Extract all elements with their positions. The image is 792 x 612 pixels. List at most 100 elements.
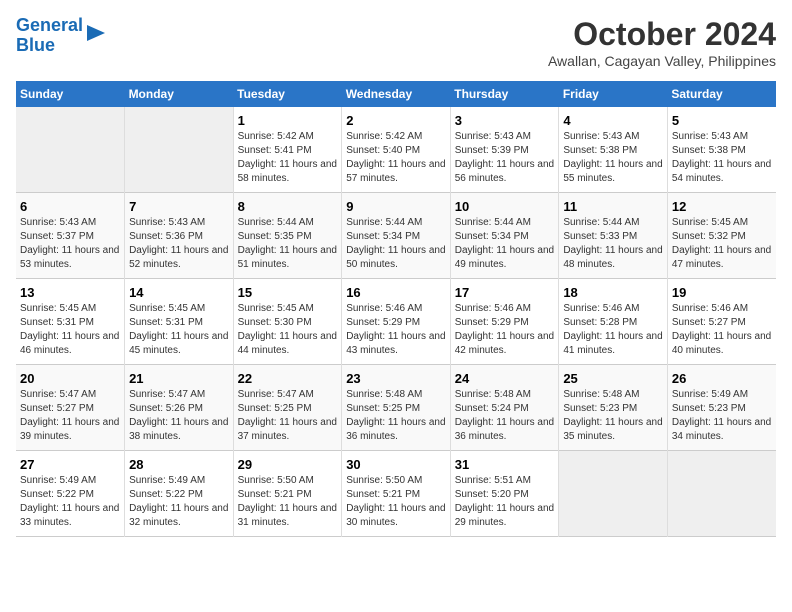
logo-text: GeneralBlue <box>16 16 83 56</box>
calendar-cell: 5 Sunrise: 5:43 AMSunset: 5:38 PMDaylight… <box>667 107 776 193</box>
day-info: Sunrise: 5:50 AMSunset: 5:21 PMDaylight:… <box>238 474 338 530</box>
day-number: 24 <box>455 371 555 386</box>
day-info: Sunrise: 5:49 AMSunset: 5:23 PMDaylight:… <box>672 388 772 444</box>
calendar-cell: 21Sunrise: 5:47 AMSunset: 5:26 PMDayligh… <box>125 365 234 451</box>
day-number: 8 <box>238 199 338 214</box>
calendar-cell: 2 Sunrise: 5:42 AMSunset: 5:40 PMDaylight… <box>342 107 451 193</box>
day-number: 18 <box>563 285 663 300</box>
day-number: 6 <box>20 199 120 214</box>
day-number: 20 <box>20 371 120 386</box>
day-info: Sunrise: 5:46 AMSunset: 5:27 PMDaylight:… <box>672 302 772 358</box>
logo: GeneralBlue <box>16 16 107 56</box>
logo-text-block: GeneralBlue <box>16 16 107 56</box>
day-info: Sunrise: 5:44 AMSunset: 5:33 PMDaylight:… <box>563 216 663 272</box>
calendar-subtitle: Awallan, Cagayan Valley, Philippines <box>548 53 776 69</box>
day-number: 13 <box>20 285 120 300</box>
calendar-cell: 26 Sunrise: 5:49 AMSunset: 5:23 PMDayligh… <box>667 365 776 451</box>
header-wednesday: Wednesday <box>342 81 451 107</box>
calendar-title: October 2024 <box>548 16 776 53</box>
header-tuesday: Tuesday <box>233 81 342 107</box>
day-number: 4 <box>563 113 663 128</box>
calendar-cell: 27 Sunrise: 5:49 AMSunset: 5:22 PMDayligh… <box>16 451 125 537</box>
calendar-cell: 12Sunrise: 5:45 AMSunset: 5:32 PMDayligh… <box>667 193 776 279</box>
day-number: 16 <box>346 285 446 300</box>
day-number: 14 <box>129 285 229 300</box>
calendar-cell: 24Sunrise: 5:48 AMSunset: 5:24 PMDayligh… <box>450 365 559 451</box>
day-info: Sunrise: 5:44 AMSunset: 5:34 PMDaylight:… <box>455 216 555 272</box>
day-number: 12 <box>672 199 772 214</box>
header-thursday: Thursday <box>450 81 559 107</box>
day-info: Sunrise: 5:50 AMSunset: 5:21 PMDaylight:… <box>346 474 446 530</box>
calendar-cell: 31 Sunrise: 5:51 AMSunset: 5:20 PMDayligh… <box>450 451 559 537</box>
calendar-cell: 30Sunrise: 5:50 AMSunset: 5:21 PMDayligh… <box>342 451 451 537</box>
day-info: Sunrise: 5:45 AMSunset: 5:31 PMDaylight:… <box>20 302 120 358</box>
day-number: 9 <box>346 199 446 214</box>
day-info: Sunrise: 5:51 AMSunset: 5:20 PMDaylight:… <box>455 474 555 530</box>
day-number: 27 <box>20 457 120 472</box>
header-saturday: Saturday <box>667 81 776 107</box>
calendar-table: SundayMondayTuesdayWednesdayThursdayFrid… <box>16 81 776 537</box>
calendar-cell: 3 Sunrise: 5:43 AMSunset: 5:39 PMDaylight… <box>450 107 559 193</box>
day-number: 31 <box>455 457 555 472</box>
calendar-cell <box>667 451 776 537</box>
day-number: 23 <box>346 371 446 386</box>
calendar-cell: 7 Sunrise: 5:43 AMSunset: 5:36 PMDaylight… <box>125 193 234 279</box>
day-number: 5 <box>672 113 772 128</box>
day-info: Sunrise: 5:49 AMSunset: 5:22 PMDaylight:… <box>20 474 120 530</box>
calendar-cell: 17 Sunrise: 5:46 AMSunset: 5:29 PMDayligh… <box>450 279 559 365</box>
day-info: Sunrise: 5:47 AMSunset: 5:25 PMDaylight:… <box>238 388 338 444</box>
calendar-cell: 13 Sunrise: 5:45 AMSunset: 5:31 PMDayligh… <box>16 279 125 365</box>
calendar-week-row: 27 Sunrise: 5:49 AMSunset: 5:22 PMDayligh… <box>16 451 776 537</box>
day-info: Sunrise: 5:44 AMSunset: 5:34 PMDaylight:… <box>346 216 446 272</box>
day-info: Sunrise: 5:43 AMSunset: 5:36 PMDaylight:… <box>129 216 229 272</box>
day-number: 19 <box>672 285 772 300</box>
day-number: 26 <box>672 371 772 386</box>
calendar-cell: 28Sunrise: 5:49 AMSunset: 5:22 PMDayligh… <box>125 451 234 537</box>
day-info: Sunrise: 5:43 AMSunset: 5:38 PMDaylight:… <box>563 130 663 186</box>
day-number: 2 <box>346 113 446 128</box>
day-number: 17 <box>455 285 555 300</box>
calendar-cell: 6 Sunrise: 5:43 AMSunset: 5:37 PMDaylight… <box>16 193 125 279</box>
day-info: Sunrise: 5:47 AMSunset: 5:27 PMDaylight:… <box>20 388 120 444</box>
day-number: 3 <box>455 113 555 128</box>
day-info: Sunrise: 5:46 AMSunset: 5:29 PMDaylight:… <box>455 302 555 358</box>
title-block: October 2024 Awallan, Cagayan Valley, Ph… <box>548 16 776 69</box>
day-number: 1 <box>238 113 338 128</box>
day-number: 11 <box>563 199 663 214</box>
calendar-cell <box>125 107 234 193</box>
calendar-week-row: 1 Sunrise: 5:42 AMSunset: 5:41 PMDaylight… <box>16 107 776 193</box>
day-info: Sunrise: 5:46 AMSunset: 5:29 PMDaylight:… <box>346 302 446 358</box>
day-info: Sunrise: 5:44 AMSunset: 5:35 PMDaylight:… <box>238 216 338 272</box>
calendar-cell: 23 Sunrise: 5:48 AMSunset: 5:25 PMDayligh… <box>342 365 451 451</box>
day-info: Sunrise: 5:48 AMSunset: 5:25 PMDaylight:… <box>346 388 446 444</box>
day-number: 25 <box>563 371 663 386</box>
day-info: Sunrise: 5:47 AMSunset: 5:26 PMDaylight:… <box>129 388 229 444</box>
calendar-cell: 9 Sunrise: 5:44 AMSunset: 5:34 PMDaylight… <box>342 193 451 279</box>
day-info: Sunrise: 5:43 AMSunset: 5:39 PMDaylight:… <box>455 130 555 186</box>
calendar-cell: 14 Sunrise: 5:45 AMSunset: 5:31 PMDayligh… <box>125 279 234 365</box>
calendar-cell <box>559 451 668 537</box>
calendar-cell: 10 Sunrise: 5:44 AMSunset: 5:34 PMDayligh… <box>450 193 559 279</box>
calendar-cell: 16 Sunrise: 5:46 AMSunset: 5:29 PMDayligh… <box>342 279 451 365</box>
day-number: 10 <box>455 199 555 214</box>
page-header: GeneralBlue October 2024 Awallan, Cagaya… <box>16 16 776 69</box>
day-info: Sunrise: 5:49 AMSunset: 5:22 PMDaylight:… <box>129 474 229 530</box>
day-info: Sunrise: 5:45 AMSunset: 5:30 PMDaylight:… <box>238 302 338 358</box>
day-info: Sunrise: 5:43 AMSunset: 5:37 PMDaylight:… <box>20 216 120 272</box>
calendar-cell: 19 Sunrise: 5:46 AMSunset: 5:27 PMDayligh… <box>667 279 776 365</box>
day-info: Sunrise: 5:42 AMSunset: 5:40 PMDaylight:… <box>346 130 446 186</box>
day-info: Sunrise: 5:45 AMSunset: 5:31 PMDaylight:… <box>129 302 229 358</box>
day-info: Sunrise: 5:46 AMSunset: 5:28 PMDaylight:… <box>563 302 663 358</box>
header-sunday: Sunday <box>16 81 125 107</box>
day-info: Sunrise: 5:42 AMSunset: 5:41 PMDaylight:… <box>238 130 338 186</box>
day-number: 15 <box>238 285 338 300</box>
calendar-cell: 20 Sunrise: 5:47 AMSunset: 5:27 PMDayligh… <box>16 365 125 451</box>
logo-icon <box>87 23 107 43</box>
calendar-cell: 22Sunrise: 5:47 AMSunset: 5:25 PMDayligh… <box>233 365 342 451</box>
calendar-cell: 15 Sunrise: 5:45 AMSunset: 5:30 PMDayligh… <box>233 279 342 365</box>
calendar-week-row: 13 Sunrise: 5:45 AMSunset: 5:31 PMDayligh… <box>16 279 776 365</box>
header-monday: Monday <box>125 81 234 107</box>
calendar-cell: 25Sunrise: 5:48 AMSunset: 5:23 PMDayligh… <box>559 365 668 451</box>
day-info: Sunrise: 5:43 AMSunset: 5:38 PMDaylight:… <box>672 130 772 186</box>
day-number: 7 <box>129 199 229 214</box>
